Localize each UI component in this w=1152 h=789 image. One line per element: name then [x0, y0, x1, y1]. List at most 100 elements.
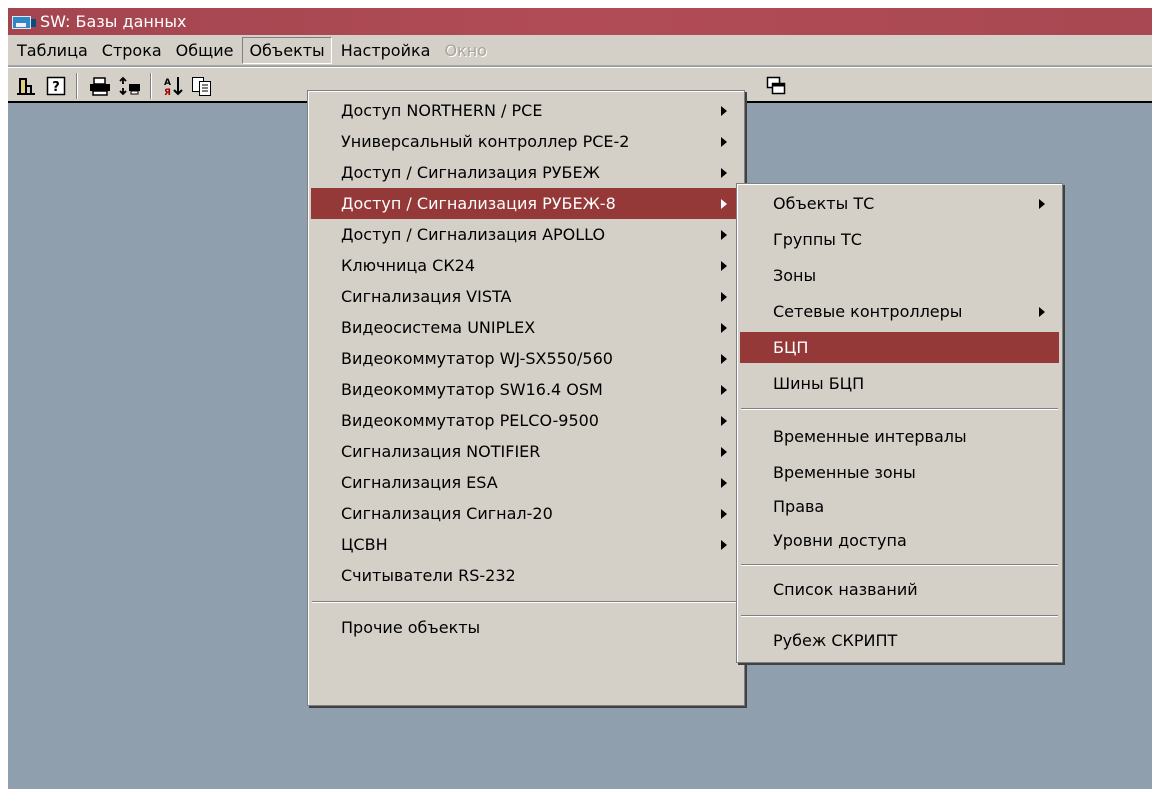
menu-item-label: Универсальный контроллер PCE-2 [341, 132, 630, 151]
submenu-arrow-icon [721, 354, 727, 364]
svg-text:А: А [164, 78, 171, 88]
submenu-arrow-icon [721, 540, 727, 550]
menu-item-esa[interactable]: Сигнализация ESA [311, 467, 741, 498]
sort-icon[interactable]: АЯ [162, 74, 186, 98]
submenu-item-ts-objects[interactable]: Объекты ТС [740, 188, 1059, 219]
submenu-item-bcp-buses[interactable]: Шины БЦП [740, 368, 1059, 399]
menu-item-uniplex[interactable]: Видеосистема UNIPLEX [311, 312, 741, 343]
menu-separator [741, 408, 1058, 410]
submenu-arrow-icon [721, 261, 727, 271]
submenu-item-bcp[interactable]: БЦП [740, 332, 1059, 363]
submenu-item-label: Права [773, 497, 825, 516]
submenu-arrow-icon [721, 323, 727, 333]
svg-text:?: ? [52, 80, 60, 95]
copy-icon[interactable] [190, 74, 214, 98]
menu-window: Окно [444, 40, 487, 60]
menu-general[interactable]: Общие [169, 37, 241, 64]
toolbar-separator [76, 73, 78, 99]
svg-text:Я: Я [164, 88, 171, 97]
window-title: SW: Базы данных [40, 12, 187, 31]
menu-item-pce2-controller[interactable]: Универсальный контроллер PCE-2 [311, 126, 741, 157]
submenu-item-label: Шины БЦП [773, 374, 865, 393]
submenu-item-label: Сетевые контроллеры [773, 302, 963, 321]
submenu-arrow-icon [721, 416, 727, 426]
menu-separator [741, 615, 1058, 617]
submenu-arrow-icon [721, 447, 727, 457]
menu-item-label: Считыватели RS-232 [341, 566, 516, 585]
menu-item-wj-sx550[interactable]: Видеокоммутатор WJ-SX550/560 [311, 343, 741, 374]
menu-separator [312, 601, 740, 603]
menu-separator [741, 564, 1058, 566]
submenu-arrow-icon [721, 199, 727, 209]
menu-item-label: Доступ / Сигнализация РУБЕЖ-8 [341, 194, 616, 213]
menu-item-label: Доступ NORTHERN / PCE [341, 101, 543, 120]
menu-item-northern-pce[interactable]: Доступ NORTHERN / PCE [311, 95, 741, 126]
menu-item-notifier[interactable]: Сигнализация NOTIFIER [311, 436, 741, 467]
submenu-arrow-icon [721, 106, 727, 116]
submenu-item-time-zones[interactable]: Временные зоны [740, 457, 1059, 488]
print-setup-icon[interactable] [118, 74, 142, 98]
submenu-item-ts-groups[interactable]: Группы ТС [740, 224, 1059, 255]
submenu-item-names-list[interactable]: Список названий [740, 574, 1059, 605]
toolbar-separator [150, 73, 152, 99]
rubezh8-submenu: Объекты ТС Группы ТС Зоны Сетевые контро… [736, 183, 1063, 663]
help-icon[interactable]: ? [44, 74, 68, 98]
menu-item-label: Ключница СК24 [341, 256, 476, 275]
submenu-item-label: Уровни доступа [773, 531, 907, 550]
menu-item-label: Сигнализация NOTIFIER [341, 442, 541, 461]
menu-item-rubezh[interactable]: Доступ / Сигнализация РУБЕЖ [311, 157, 741, 188]
menu-item-vista[interactable]: Сигнализация VISTA [311, 281, 741, 312]
menu-item-label: ЦСВН [341, 535, 388, 554]
menu-item-label: Прочие объекты [341, 618, 481, 637]
menu-item-label: Видеокоммутатор PELCO-9500 [341, 411, 599, 430]
submenu-item-label: Временные зоны [773, 463, 916, 482]
submenu-item-time-intervals[interactable]: Временные интервалы [740, 421, 1059, 452]
app-monitor-icon[interactable] [12, 14, 36, 30]
menu-item-apollo[interactable]: Доступ / Сигнализация APOLLO [311, 219, 741, 250]
objects-menu: Доступ NORTHERN / PCE Универсальный конт… [307, 90, 745, 706]
menu-item-signal-20[interactable]: Сигнализация Сигнал-20 [311, 498, 741, 529]
menu-table[interactable]: Таблица [10, 37, 95, 64]
menu-item-label: Сигнализация VISTA [341, 287, 512, 306]
exit-icon[interactable] [14, 74, 38, 98]
menu-bar: Таблица Строка Общие Объекты Настройка О… [8, 35, 1152, 66]
menu-item-sk24[interactable]: Ключница СК24 [311, 250, 741, 281]
menu-item-label: Видеосистема UNIPLEX [341, 318, 536, 337]
submenu-arrow-icon [1039, 307, 1045, 317]
submenu-item-label: Группы ТС [773, 230, 862, 249]
menu-item-label: Видеокоммутатор SW16.4 OSM [341, 380, 603, 399]
submenu-arrow-icon [721, 137, 727, 147]
title-bar[interactable]: SW: Базы данных [8, 8, 1152, 35]
submenu-arrow-icon [1039, 199, 1045, 209]
submenu-item-access-levels[interactable]: Уровни доступа [740, 525, 1059, 556]
submenu-item-label: Список названий [773, 580, 918, 599]
window-icon[interactable] [764, 74, 788, 98]
menu-item-tsvn[interactable]: ЦСВН [311, 529, 741, 560]
menu-item-pelco[interactable]: Видеокоммутатор PELCO-9500 [311, 405, 741, 436]
submenu-item-label: БЦП [773, 338, 809, 357]
menu-item-other-objects[interactable]: Прочие объекты [311, 612, 741, 643]
submenu-item-rights[interactable]: Права [740, 491, 1059, 522]
submenu-arrow-icon [721, 292, 727, 302]
submenu-arrow-icon [721, 478, 727, 488]
submenu-item-label: Рубеж СКРИПТ [773, 631, 898, 650]
menu-item-label: Доступ / Сигнализация РУБЕЖ [341, 163, 600, 182]
menu-item-sw16-osm[interactable]: Видеокоммутатор SW16.4 OSM [311, 374, 741, 405]
menu-item-label: Сигнализация ESA [341, 473, 498, 492]
submenu-arrow-icon [721, 168, 727, 178]
menu-settings[interactable]: Настройка [334, 37, 438, 64]
submenu-item-zones[interactable]: Зоны [740, 260, 1059, 291]
menu-item-rubezh-8[interactable]: Доступ / Сигнализация РУБЕЖ-8 [311, 188, 741, 219]
menu-row[interactable]: Строка [95, 37, 169, 64]
menu-objects[interactable]: Объекты [242, 36, 332, 64]
menu-item-rs232-readers[interactable]: Считыватели RS-232 [311, 560, 741, 591]
submenu-item-network-controllers[interactable]: Сетевые контроллеры [740, 296, 1059, 327]
submenu-arrow-icon [721, 385, 727, 395]
print-icon[interactable] [88, 74, 112, 98]
submenu-item-label: Временные интервалы [773, 427, 967, 446]
submenu-arrow-icon [721, 230, 727, 240]
submenu-arrow-icon [721, 509, 727, 519]
menu-item-label: Видеокоммутатор WJ-SX550/560 [341, 349, 613, 368]
submenu-item-rubezh-script[interactable]: Рубеж СКРИПТ [740, 625, 1059, 656]
menu-item-label: Сигнализация Сигнал-20 [341, 504, 553, 523]
